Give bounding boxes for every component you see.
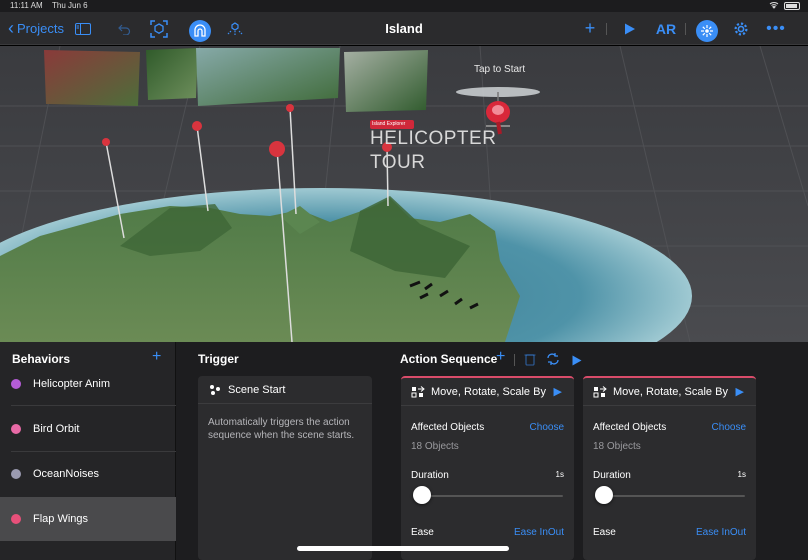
more-icon: •••	[766, 19, 786, 37]
ease-label: Ease	[593, 527, 616, 538]
scene-viewport[interactable]: Tap to Start Island Explorer HELICOPTER …	[0, 46, 808, 342]
behavior-item[interactable]: Bird Orbit	[0, 407, 176, 451]
home-indicator[interactable]	[297, 546, 509, 551]
behaviors-button[interactable]	[696, 12, 718, 45]
settings-icon	[734, 21, 748, 36]
trash-icon	[524, 354, 536, 366]
status-bar: 11:11 AM Thu Jun 6	[0, 0, 808, 12]
trigger-card-header: Scene Start	[198, 376, 372, 404]
duration-slider-track[interactable]	[413, 495, 563, 497]
transform-icon	[593, 385, 607, 399]
tap-to-start-label: Tap to Start	[474, 64, 526, 75]
loop-button[interactable]	[546, 352, 560, 371]
behavior-color-dot	[11, 424, 21, 434]
choose-objects-button[interactable]: Choose	[712, 422, 746, 433]
trigger-description: Automatically triggers the action sequen…	[208, 417, 355, 441]
sidebar-icon	[75, 22, 91, 35]
action-card[interactable]: Move, Rotate, Scale By ▶ Affected Object…	[583, 376, 756, 560]
behavior-label: Flap Wings	[33, 513, 89, 525]
settings-button[interactable]	[732, 12, 750, 45]
duration-value: 1s	[555, 470, 564, 479]
undo-button[interactable]	[115, 12, 133, 45]
battery-icon	[784, 2, 800, 10]
chevron-left-icon: ‹	[8, 17, 14, 38]
bottom-panel: Behaviors + Helicopter Anim Bird Orbit O…	[0, 342, 808, 560]
scene-start-icon	[208, 383, 222, 397]
sign-title-line2: TOUR	[370, 152, 426, 173]
action-card[interactable]: Move, Rotate, Scale By ▶ Affected Object…	[401, 376, 574, 560]
duration-slider-track[interactable]	[595, 495, 745, 497]
trigger-card-title: Scene Start	[228, 383, 286, 396]
choose-objects-button[interactable]: Choose	[530, 422, 564, 433]
photo-panels	[44, 48, 428, 112]
behavior-color-dot	[11, 469, 21, 479]
toolbar-divider	[606, 23, 607, 35]
object-icon	[227, 21, 243, 35]
behavior-label: Bird Orbit	[33, 423, 80, 435]
play-button[interactable]	[621, 12, 639, 45]
action-card-title: Move, Rotate, Scale By	[613, 385, 728, 398]
play-icon[interactable]: ▶	[554, 385, 562, 398]
loop-icon	[547, 353, 559, 365]
affected-objects-label: Affected Objects	[593, 422, 667, 433]
play-sequence-button[interactable]	[572, 353, 582, 371]
ease-select[interactable]: Ease InOut	[696, 527, 746, 538]
duration-value: 1s	[737, 470, 746, 479]
behaviors-icon	[696, 20, 718, 42]
duration-slider-knob[interactable]	[595, 486, 613, 504]
trigger-card[interactable]: Scene Start Automatically triggers the a…	[198, 376, 372, 560]
play-icon	[625, 23, 635, 34]
delete-action-button[interactable]	[524, 352, 536, 371]
scene-select-button[interactable]	[149, 12, 169, 45]
anchor-button[interactable]	[189, 12, 211, 45]
duration-label: Duration	[411, 470, 449, 481]
transform-icon	[411, 385, 425, 399]
toolbar: ‹ Projects Island + AR •••	[0, 12, 808, 45]
behavior-item[interactable]: Helicopter Anim	[0, 362, 176, 406]
more-button[interactable]: •••	[766, 12, 786, 45]
plus-icon: +	[496, 348, 506, 365]
behavior-item[interactable]: OceanNoises	[0, 452, 176, 496]
trigger-title: Trigger	[198, 352, 239, 366]
action-card-header: Move, Rotate, Scale By ▶	[401, 378, 574, 406]
status-date: Thu Jun 6	[52, 1, 88, 10]
back-button[interactable]: ‹ Projects	[8, 12, 64, 45]
duration-label: Duration	[593, 470, 631, 481]
status-icons	[769, 1, 800, 11]
behavior-color-dot	[11, 514, 21, 524]
divider	[514, 354, 515, 366]
undo-icon	[118, 24, 131, 35]
status-time: 11:11 AM	[10, 1, 43, 10]
play-icon[interactable]: ▶	[736, 385, 744, 398]
ease-label: Ease	[411, 527, 434, 538]
behavior-item-selected[interactable]: Flap Wings	[0, 497, 176, 541]
add-button[interactable]: +	[581, 12, 599, 45]
toolbar-divider	[685, 23, 686, 35]
back-label: Projects	[17, 21, 64, 36]
scene-select-icon	[150, 19, 168, 38]
action-card-title: Move, Rotate, Scale By	[431, 385, 546, 398]
ease-select[interactable]: Ease InOut	[514, 527, 564, 538]
plus-icon: +	[584, 18, 596, 38]
objects-count: 18 Objects	[593, 441, 641, 452]
affected-objects-label: Affected Objects	[411, 422, 485, 433]
behaviors-panel: Behaviors + Helicopter Anim Bird Orbit O…	[0, 342, 176, 560]
ar-button[interactable]: AR	[653, 12, 679, 45]
behavior-label: Helicopter Anim	[33, 378, 111, 390]
sidebar-toggle-button[interactable]	[74, 12, 92, 45]
behavior-label: OceanNoises	[33, 468, 100, 480]
action-sequence-title: Action Sequence	[400, 352, 498, 366]
divider	[11, 405, 176, 406]
play-icon	[572, 355, 582, 366]
duration-slider-knob[interactable]	[413, 486, 431, 504]
sign-small-text: Island Explorer	[372, 121, 406, 127]
object-button[interactable]	[226, 12, 244, 45]
sign-title-line1: HELICOPTER	[370, 128, 497, 149]
behavior-color-dot	[11, 379, 21, 389]
add-action-button[interactable]: +	[496, 348, 505, 366]
action-card-header: Move, Rotate, Scale By ▶	[583, 378, 756, 406]
wifi-icon	[769, 1, 779, 11]
anchor-icon	[189, 20, 211, 42]
objects-count: 18 Objects	[411, 441, 459, 452]
